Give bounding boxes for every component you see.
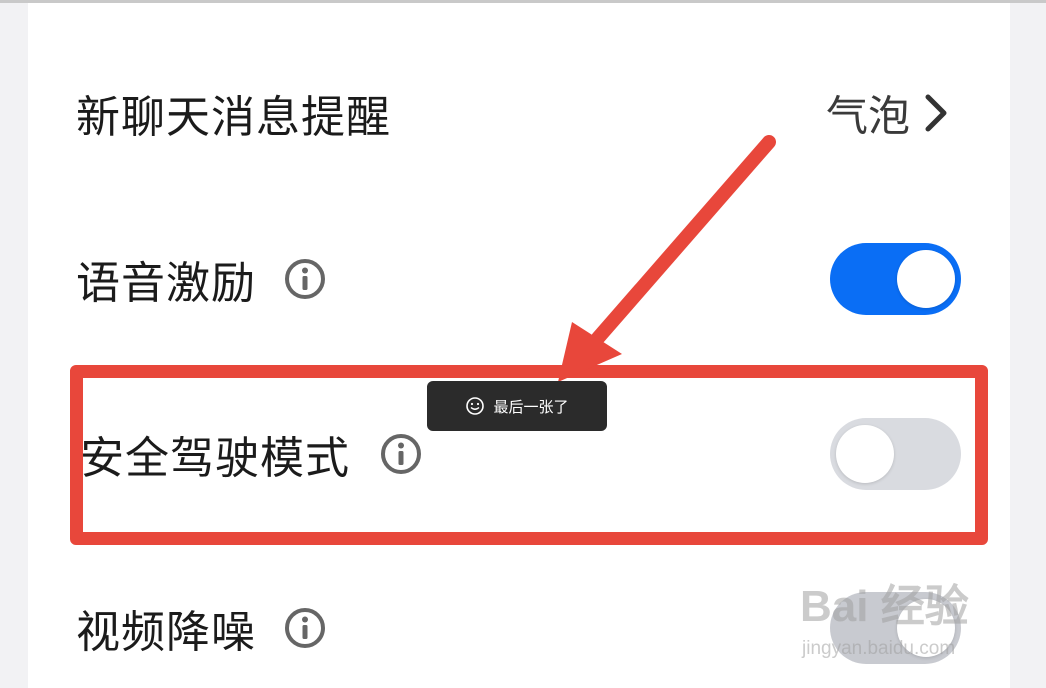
info-icon[interactable] — [284, 258, 326, 300]
new-message-reminder-row[interactable]: 新聊天消息提醒 气泡 — [0, 53, 1046, 173]
voice-encouragement-row: 语音激励 — [0, 219, 1046, 339]
watermark-logo: Bai 经验 — [800, 582, 969, 631]
smiley-icon — [466, 397, 485, 415]
toast-text: 最后一张了 — [493, 397, 569, 416]
watermark-url: jingyan.baidu.com — [802, 638, 956, 659]
new-message-reminder-label: 新聊天消息提醒 — [76, 92, 391, 143]
voice-encouragement-toggle[interactable] — [830, 243, 961, 315]
toast-message: 最后一张了 — [427, 381, 607, 431]
voice-encouragement-label: 语音激励 — [76, 258, 256, 309]
info-icon[interactable] — [284, 607, 326, 649]
chevron-right-icon — [925, 94, 947, 132]
baidu-jingyan-watermark: Bai 经验 jingyan.baidu.com — [800, 570, 1020, 675]
video-noise-reduction-label: 视频降噪 — [76, 607, 256, 658]
toggle-knob — [897, 250, 955, 308]
reminder-style-value: 气泡 — [825, 91, 910, 141]
